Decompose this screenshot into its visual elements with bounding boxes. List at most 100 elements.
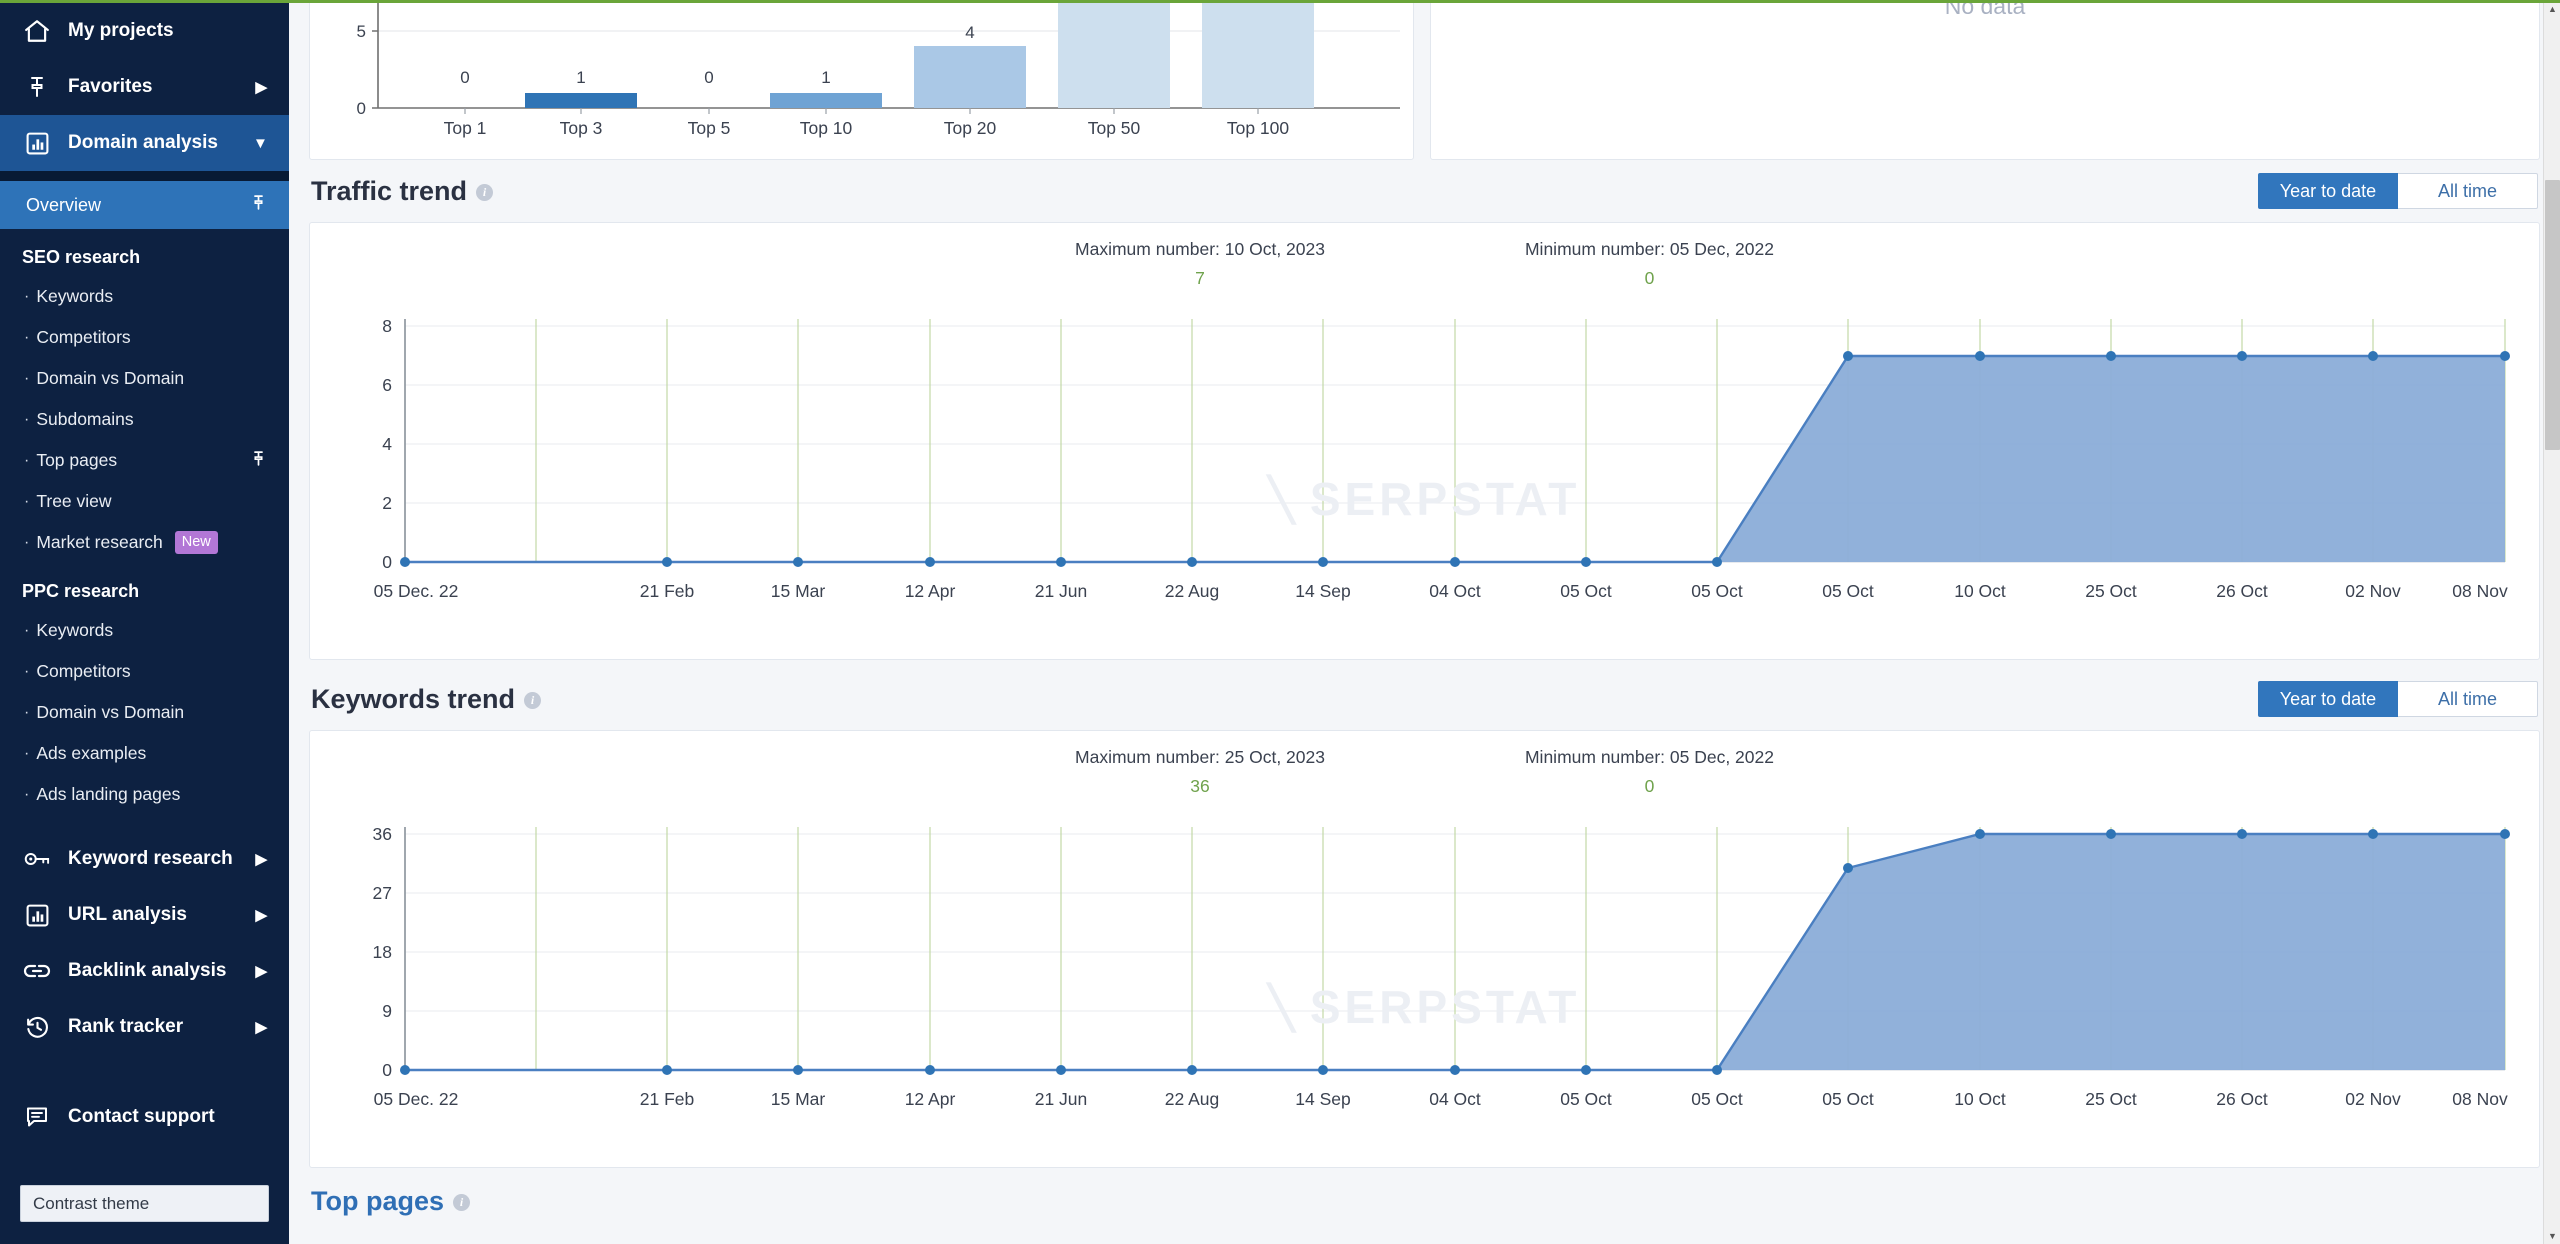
sidebar-item-overview[interactable]: Overview	[0, 181, 289, 229]
bullet-icon: ·	[24, 410, 30, 428]
svg-text:2: 2	[382, 493, 392, 513]
svg-text:22 Aug: 22 Aug	[1165, 1089, 1220, 1109]
svg-text:0: 0	[460, 68, 469, 87]
chat-icon	[22, 1103, 52, 1131]
sidebar-item-keyword-research[interactable]: Keyword research ▶	[0, 831, 289, 887]
svg-text:05 Dec. 22: 05 Dec. 22	[374, 581, 459, 601]
bullet-icon: ·	[24, 287, 30, 305]
svg-text:14 Sep: 14 Sep	[1295, 1089, 1350, 1109]
keywords-trend-header: Keywords trend i Year to date All time	[289, 668, 2560, 730]
svg-text:21 Jun: 21 Jun	[1035, 581, 1088, 601]
sidebar-group-ppc-research: PPC research	[22, 581, 140, 601]
sidebar-item-seo-competitors[interactable]: · Competitors	[0, 317, 289, 358]
keywords-trend-chart: ╲ SERPSTAT 36 27 18 9 0 05 Dec. 22 21 Fe…	[310, 797, 2539, 1162]
sidebar-item-label: Overview	[26, 194, 102, 215]
sidebar-item-backlink-analysis[interactable]: Backlink analysis ▶	[0, 943, 289, 999]
info-icon[interactable]: i	[476, 183, 494, 201]
pin-icon	[22, 73, 52, 101]
chevron-down-icon: ▼	[253, 134, 268, 152]
sidebar-item-seo-subdomains[interactable]: · Subdomains	[0, 399, 289, 440]
sidebar-item-my-projects[interactable]: My projects	[0, 3, 289, 59]
svg-text:08 Nov: 08 Nov	[2452, 1089, 2508, 1109]
sidebar-item-label: Keywords	[36, 286, 114, 306]
theme-select[interactable]: Contrast theme	[20, 1185, 269, 1222]
minimum-value: 0	[1644, 776, 1655, 796]
svg-text:26 Oct: 26 Oct	[2216, 1089, 2268, 1109]
sidebar-item-label: Keyword research	[68, 848, 233, 869]
keywords-trend-year-to-date-button[interactable]: Year to date	[2258, 681, 2398, 717]
svg-text:4: 4	[965, 23, 974, 42]
traffic-trend-card: Maximum number: 10 Oct, 2023 7 Minimum n…	[309, 222, 2540, 660]
keywords-trend-summary: Maximum number: 25 Oct, 2023 36 Minimum …	[310, 731, 2539, 797]
svg-text:02 Nov: 02 Nov	[2345, 1089, 2401, 1109]
sidebar-item-ppc-ads-examples[interactable]: · Ads examples	[0, 733, 289, 774]
svg-text:21 Jun: 21 Jun	[1035, 1089, 1088, 1109]
svg-text:0: 0	[382, 1060, 392, 1080]
sidebar-divider	[0, 171, 289, 181]
svg-text:0: 0	[704, 68, 713, 87]
svg-text:36: 36	[373, 824, 392, 844]
sidebar-item-label: My projects	[68, 20, 174, 41]
pin-icon[interactable]	[250, 450, 267, 472]
svg-text:10 Oct: 10 Oct	[1954, 1089, 2006, 1109]
top-pages-title[interactable]: Top pages	[311, 1186, 444, 1216]
sidebar-item-contact-support[interactable]: Contact support	[0, 1089, 289, 1145]
svg-text:1: 1	[576, 68, 585, 87]
svg-text:12 Apr: 12 Apr	[905, 581, 956, 601]
svg-text:08 Nov: 08 Nov	[2452, 581, 2508, 601]
sidebar-item-url-analysis[interactable]: URL analysis ▶	[0, 887, 289, 943]
sidebar-item-ppc-keywords[interactable]: · Keywords	[0, 610, 289, 651]
sidebar-item-label: Keywords	[36, 620, 114, 640]
sidebar-item-ppc-competitors[interactable]: · Competitors	[0, 651, 289, 692]
sidebar: My projects Favorites ▶ Domain analysis …	[0, 0, 289, 1244]
svg-text:Top 10: Top 10	[800, 118, 853, 138]
sidebar-item-label: Ads examples	[36, 743, 147, 763]
pin-icon[interactable]	[250, 194, 267, 216]
maximum-value: 7	[1195, 268, 1205, 288]
sidebar-item-label: Domain vs Domain	[36, 702, 185, 722]
sidebar-item-seo-keywords[interactable]: · Keywords	[0, 276, 289, 317]
vertical-scrollbar[interactable]: ▲ ▼	[2543, 0, 2560, 1244]
link-icon	[22, 957, 52, 985]
info-icon[interactable]: i	[453, 1194, 471, 1212]
bullet-icon: ·	[24, 451, 30, 469]
sidebar-item-seo-domain-vs-domain[interactable]: · Domain vs Domain	[0, 358, 289, 399]
keywords-trend-all-time-button[interactable]: All time	[2398, 681, 2538, 717]
sidebar-item-seo-top-pages[interactable]: · Top pages	[0, 440, 289, 481]
key-icon	[22, 845, 52, 873]
svg-text:27: 27	[373, 883, 392, 903]
home-icon	[22, 17, 52, 45]
svg-text:Top 50: Top 50	[1088, 118, 1141, 138]
svg-text:4: 4	[382, 434, 392, 454]
chevron-right-icon: ▶	[255, 906, 267, 924]
svg-text:05 Oct: 05 Oct	[1822, 1089, 1874, 1109]
info-icon[interactable]: i	[524, 691, 542, 709]
scroll-down-arrow[interactable]: ▼	[2544, 1227, 2560, 1244]
scrollbar-thumb[interactable]	[2545, 180, 2560, 450]
traffic-trend-chart: ╲ SERPSTAT 8 6 4 2 0 05 Dec. 22 21 Feb 1…	[310, 289, 2539, 654]
sidebar-item-seo-tree-view[interactable]: · Tree view	[0, 481, 289, 522]
svg-text:Top 100: Top 100	[1227, 118, 1290, 138]
minimum-label: Minimum number: 05 Dec, 2022	[1524, 239, 1774, 259]
sidebar-item-domain-analysis[interactable]: Domain analysis ▼	[0, 115, 289, 171]
sidebar-item-ppc-ads-landing-pages[interactable]: · Ads landing pages	[0, 774, 289, 815]
chevron-right-icon: ▶	[255, 1018, 267, 1036]
svg-text:Top 3: Top 3	[560, 118, 603, 138]
svg-text:12 Apr: 12 Apr	[905, 1089, 956, 1109]
sidebar-item-rank-tracker[interactable]: Rank tracker ▶	[0, 999, 289, 1055]
traffic-trend-year-to-date-button[interactable]: Year to date	[2258, 173, 2398, 209]
sidebar-item-seo-market-research[interactable]: · Market research New	[0, 522, 289, 563]
svg-text:Top 1: Top 1	[444, 118, 487, 138]
sidebar-item-favorites[interactable]: Favorites ▶	[0, 59, 289, 115]
sidebar-item-ppc-domain-vs-domain[interactable]: · Domain vs Domain	[0, 692, 289, 733]
bullet-icon: ·	[24, 744, 30, 762]
page-title: Keywords trend i	[311, 684, 542, 715]
svg-text:0: 0	[357, 99, 366, 118]
svg-text:15 Mar: 15 Mar	[771, 581, 826, 601]
bullet-icon: ·	[24, 621, 30, 639]
svg-text:Top 20: Top 20	[944, 118, 997, 138]
maximum-label: Maximum number: 25 Oct, 2023	[1075, 747, 1325, 767]
keywords-trend-svg: 36 27 18 9 0 05 Dec. 22 21 Feb 15 Mar 12…	[373, 824, 2510, 1109]
traffic-trend-all-time-button[interactable]: All time	[2398, 173, 2538, 209]
keywords-trend-card: Maximum number: 25 Oct, 2023 36 Minimum …	[309, 730, 2540, 1168]
